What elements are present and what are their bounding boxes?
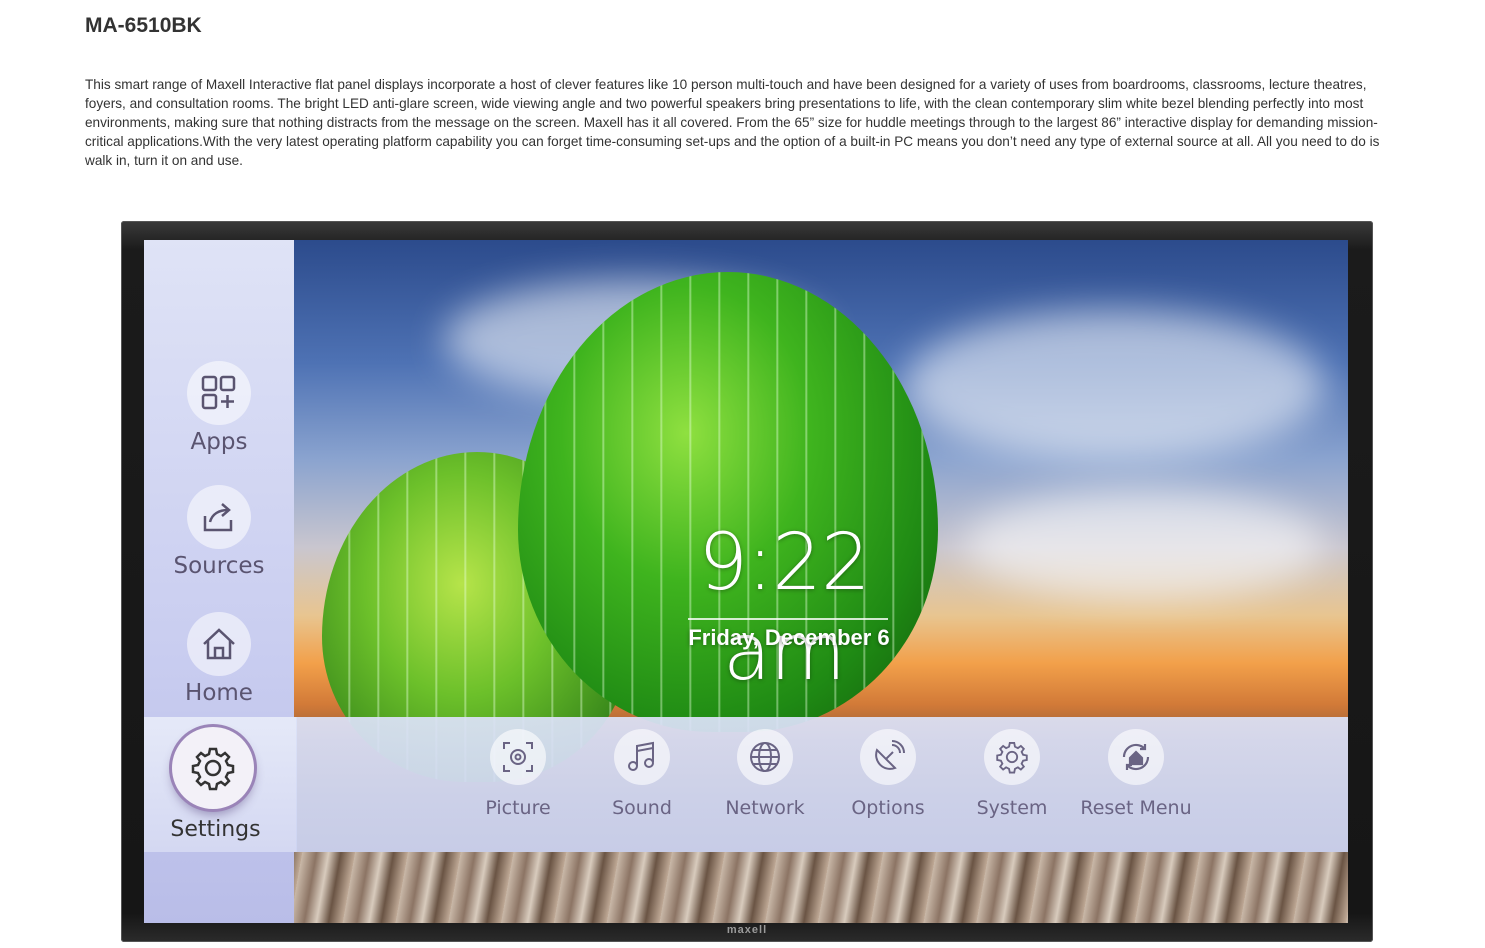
music-note-icon bbox=[628, 741, 654, 771]
sidebar-item-label: Settings bbox=[170, 817, 261, 842]
product-description: This smart range of Maxell Interactive f… bbox=[85, 77, 1380, 168]
reset-home-icon-circle bbox=[1108, 729, 1164, 785]
reset-home-icon bbox=[1122, 743, 1150, 771]
sidebar-item-apps[interactable]: Apps bbox=[144, 361, 294, 455]
globe-icon bbox=[750, 742, 780, 772]
clock-date: Friday, December 6 bbox=[688, 625, 890, 650]
sources-icon-circle bbox=[187, 485, 251, 549]
menu-item-label: Sound bbox=[612, 797, 672, 819]
menu-item-reset-menu[interactable]: Reset Menu bbox=[1076, 729, 1196, 819]
sidebar-item-settings[interactable]: Settings bbox=[144, 717, 297, 852]
cloud bbox=[964, 490, 1324, 600]
satellite-icon bbox=[875, 740, 905, 770]
menu-item-system[interactable]: System bbox=[952, 729, 1072, 819]
sidebar-item-sources[interactable]: Sources bbox=[144, 485, 294, 579]
settings-menu-bar: Picture Sound Network Options System Res… bbox=[296, 717, 1348, 852]
menu-item-options[interactable]: Options bbox=[828, 729, 948, 819]
globe-icon-circle bbox=[737, 729, 793, 785]
rock-landscape bbox=[144, 852, 1348, 923]
apps-icon bbox=[201, 375, 236, 410]
menu-item-network[interactable]: Network bbox=[705, 729, 825, 819]
music-note-icon-circle bbox=[614, 729, 670, 785]
menu-item-label: System bbox=[976, 797, 1048, 819]
sidebar-item-label: Home bbox=[185, 680, 253, 706]
satellite-icon-circle bbox=[860, 729, 916, 785]
settings-icon-circle bbox=[172, 727, 254, 809]
menu-item-sound[interactable]: Sound bbox=[582, 729, 702, 819]
clock-divider bbox=[688, 618, 888, 620]
picture-icon bbox=[503, 742, 533, 772]
menu-item-picture[interactable]: Picture bbox=[458, 729, 578, 819]
product-title: MA-6510BK bbox=[85, 14, 202, 37]
gear-icon bbox=[996, 742, 1028, 774]
menu-item-label: Reset Menu bbox=[1080, 797, 1192, 819]
sidebar-item-home[interactable]: Home bbox=[144, 612, 294, 706]
display-screen: 9:22 am Friday, December 6 Apps Sources … bbox=[144, 240, 1348, 923]
clock-time: 9:22 am bbox=[698, 518, 870, 698]
gear-icon bbox=[191, 747, 235, 791]
menu-item-label: Options bbox=[851, 797, 925, 819]
sources-icon bbox=[203, 503, 233, 532]
home-icon-circle bbox=[187, 612, 251, 676]
brand-logo: maxell bbox=[726, 924, 768, 936]
picture-icon-circle bbox=[490, 729, 546, 785]
display-photo: 9:22 am Friday, December 6 Apps Sources … bbox=[121, 221, 1373, 942]
menu-item-label: Network bbox=[725, 797, 805, 819]
sidebar-item-label: Apps bbox=[190, 429, 248, 455]
cloud bbox=[904, 310, 1324, 460]
system-gear-icon-circle bbox=[984, 729, 1040, 785]
apps-icon-circle bbox=[187, 361, 251, 425]
sidebar-item-label: Sources bbox=[173, 553, 265, 579]
menu-item-label: Picture bbox=[485, 797, 551, 819]
home-icon bbox=[203, 628, 235, 660]
